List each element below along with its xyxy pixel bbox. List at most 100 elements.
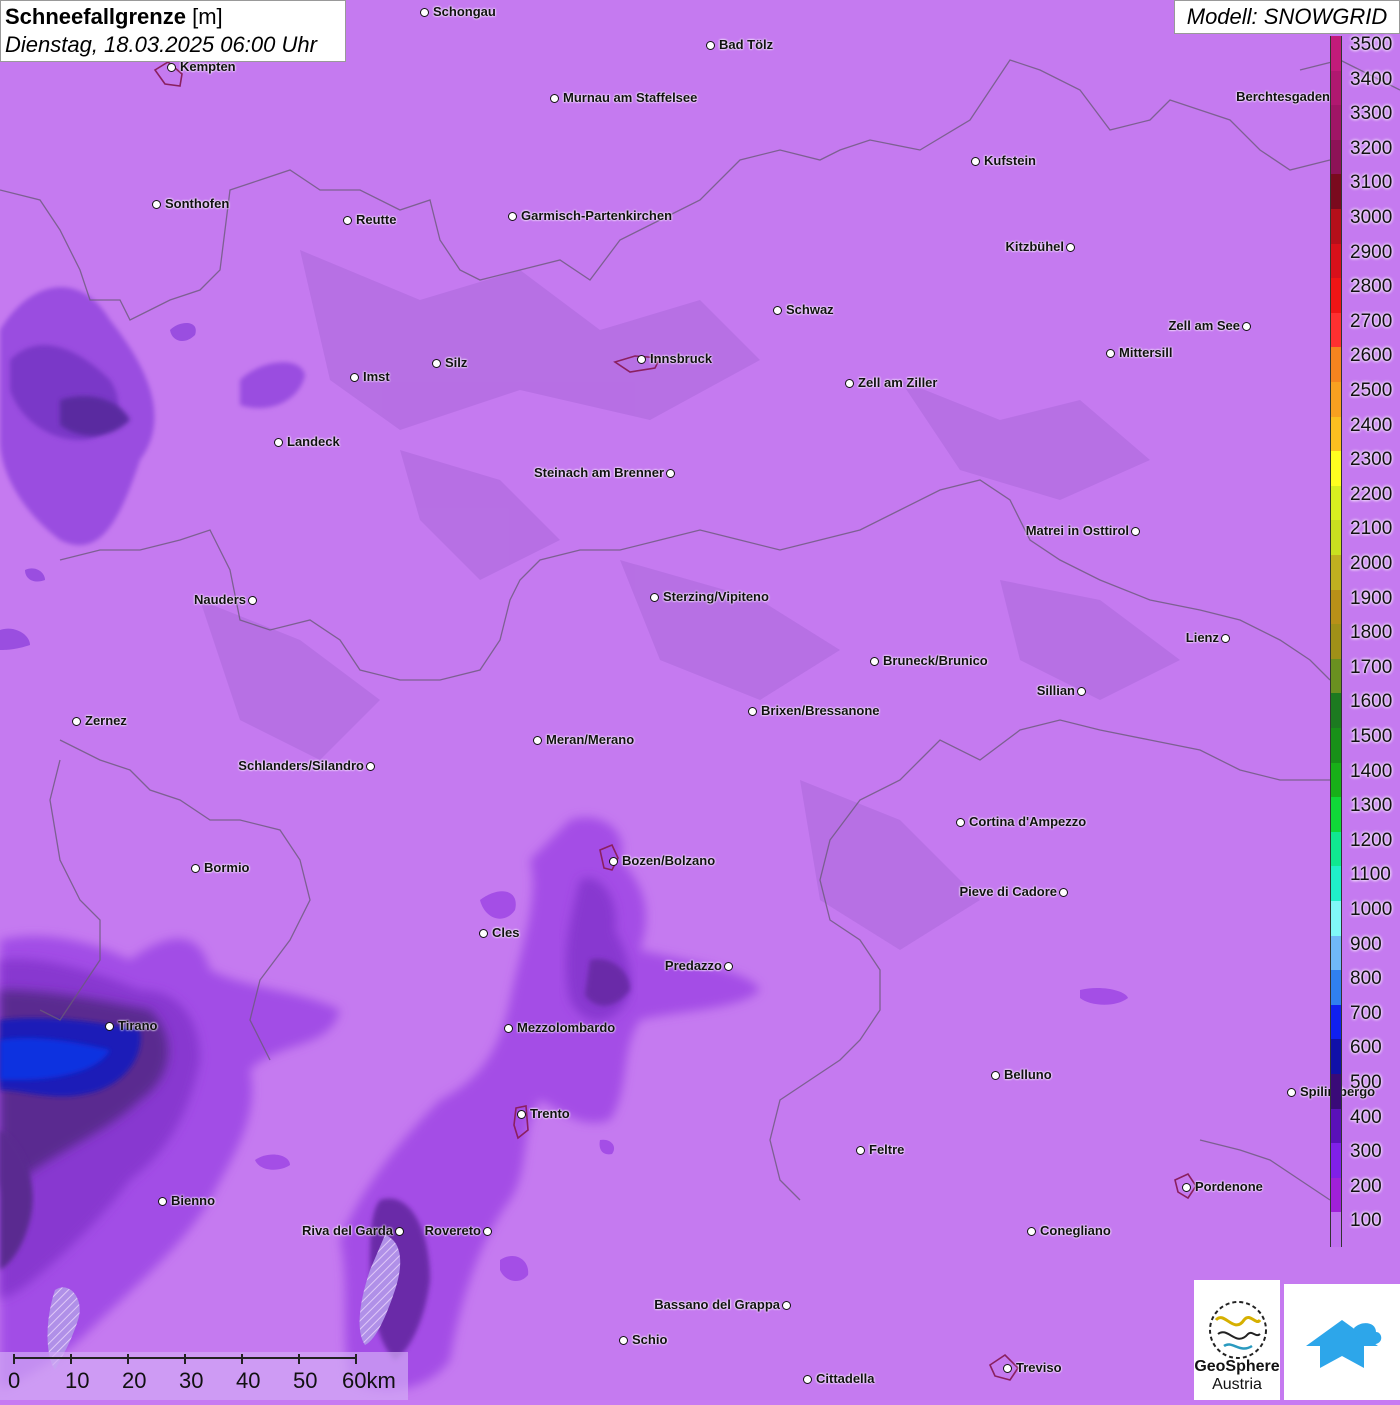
legend-swatch xyxy=(1330,416,1342,452)
city-label: Meran/Merano xyxy=(546,732,635,747)
warning-app-logo xyxy=(1284,1284,1400,1400)
legend-swatch xyxy=(1330,485,1342,521)
city-marker xyxy=(1027,1227,1036,1236)
legend-swatch xyxy=(1330,70,1342,106)
city-marker xyxy=(508,212,517,221)
scale-tick-label: 10 xyxy=(65,1368,90,1393)
legend-label: 200 xyxy=(1350,1175,1382,1197)
legend-swatch xyxy=(1330,36,1342,72)
map-title-box: Schneefallgrenze [m] Dienstag, 18.03.202… xyxy=(0,0,346,62)
city-label: Berchtesgaden xyxy=(1236,89,1330,104)
legend-swatch xyxy=(1330,831,1342,867)
city-label: Tirano xyxy=(118,1018,158,1033)
legend-label: 1500 xyxy=(1350,726,1393,747)
city-label: Nauders xyxy=(193,592,246,607)
legend-swatch xyxy=(1330,382,1342,418)
legend-swatch xyxy=(1330,693,1342,729)
map-datetime: Dienstag, 18.03.2025 06:00 Uhr xyxy=(5,32,317,57)
legend-label: 3100 xyxy=(1350,172,1393,194)
legend-swatch xyxy=(1330,1074,1342,1110)
legend-swatch xyxy=(1330,762,1342,798)
legend-swatch xyxy=(1330,1004,1342,1040)
legend-label: 1300 xyxy=(1350,795,1393,817)
legend-label: 3300 xyxy=(1350,103,1393,125)
legend-label: 2400 xyxy=(1350,414,1393,436)
city-label: Matrei in Osttirol xyxy=(1025,523,1129,538)
legend-label: 1400 xyxy=(1350,760,1393,782)
city-label: Silz xyxy=(445,355,468,370)
legend-label: 2600 xyxy=(1350,345,1393,367)
city-label: Bassano del Grappa xyxy=(654,1297,780,1312)
city-marker xyxy=(1242,322,1251,331)
legend-swatch xyxy=(1330,728,1342,764)
legend-label: 2900 xyxy=(1350,241,1393,263)
city-marker xyxy=(666,469,675,478)
legend-swatch xyxy=(1330,278,1342,314)
city-marker xyxy=(856,1146,865,1155)
city-marker xyxy=(619,1336,628,1345)
city-label: Zell am Ziller xyxy=(858,375,938,390)
city-marker xyxy=(420,8,429,17)
city-marker xyxy=(609,857,618,866)
city-marker xyxy=(105,1022,114,1031)
legend-label: 3200 xyxy=(1350,137,1393,159)
legend-label: 1000 xyxy=(1350,899,1393,920)
city-label: Reutte xyxy=(356,212,397,227)
legend-swatch xyxy=(1330,589,1342,625)
legend-swatch xyxy=(1330,1212,1342,1248)
city-label: Zernez xyxy=(85,713,127,728)
city-marker xyxy=(1066,243,1075,252)
scale-tick-label: 50 xyxy=(293,1368,318,1393)
scale-tick-label: 0 xyxy=(8,1368,21,1393)
city-marker xyxy=(274,438,283,447)
scale-tick-label: 30 xyxy=(179,1368,204,1393)
legend-label: 500 xyxy=(1350,1072,1382,1093)
legend-swatch xyxy=(1330,970,1342,1006)
city-marker xyxy=(1059,888,1068,897)
legend-swatch xyxy=(1330,1108,1342,1144)
legend-swatch xyxy=(1330,1143,1342,1179)
city-label: Bad Tölz xyxy=(719,37,774,52)
city-marker xyxy=(191,864,200,873)
city-label: Mittersill xyxy=(1119,345,1173,360)
map-unit: [m] xyxy=(192,4,223,29)
city-label: Schongau xyxy=(433,4,496,19)
city-label: Feltre xyxy=(869,1142,905,1157)
legend-swatch xyxy=(1330,451,1342,487)
legend-swatch xyxy=(1330,1177,1342,1213)
city-marker xyxy=(1182,1183,1191,1192)
city-label: Zell am See xyxy=(1168,318,1240,333)
legend-label: 1900 xyxy=(1350,587,1393,609)
legend-swatch xyxy=(1330,935,1342,971)
scale-tick-label: 60km xyxy=(342,1368,396,1393)
city-label: Pordenone xyxy=(1195,1179,1263,1194)
city-label: Sillian xyxy=(1036,683,1075,698)
scale-tick-label: 40 xyxy=(236,1368,261,1393)
legend-swatch xyxy=(1330,139,1342,175)
city-label: Brixen/Bressanone xyxy=(761,703,880,718)
city-label: Rovereto xyxy=(424,1223,481,1238)
city-marker xyxy=(971,157,980,166)
legend-label: 2700 xyxy=(1350,310,1393,332)
legend-label: 3500 xyxy=(1350,34,1393,55)
legend-label: 900 xyxy=(1350,933,1382,955)
legend-swatch xyxy=(1330,555,1342,591)
legend-label: 400 xyxy=(1350,1106,1382,1128)
city-label: Bienno xyxy=(171,1193,216,1208)
city-marker xyxy=(803,1375,812,1384)
city-label: Garmisch-Partenkirchen xyxy=(521,208,673,223)
city-label: Belluno xyxy=(1004,1067,1052,1082)
city-label: Bormio xyxy=(204,860,250,875)
city-marker xyxy=(366,762,375,771)
city-label: Kitzbühel xyxy=(1005,239,1065,254)
legend-label: 2000 xyxy=(1350,553,1393,574)
legend-swatch xyxy=(1330,105,1342,141)
legend-swatch xyxy=(1330,209,1342,245)
city-label: Landeck xyxy=(287,434,340,449)
city-label: Schwaz xyxy=(786,302,834,317)
city-marker xyxy=(956,818,965,827)
legend-swatch xyxy=(1330,1039,1342,1075)
legend-label: 300 xyxy=(1350,1141,1382,1163)
city-marker xyxy=(724,962,733,971)
geosphere-logo: GeoSphere Austria xyxy=(1194,1280,1280,1400)
